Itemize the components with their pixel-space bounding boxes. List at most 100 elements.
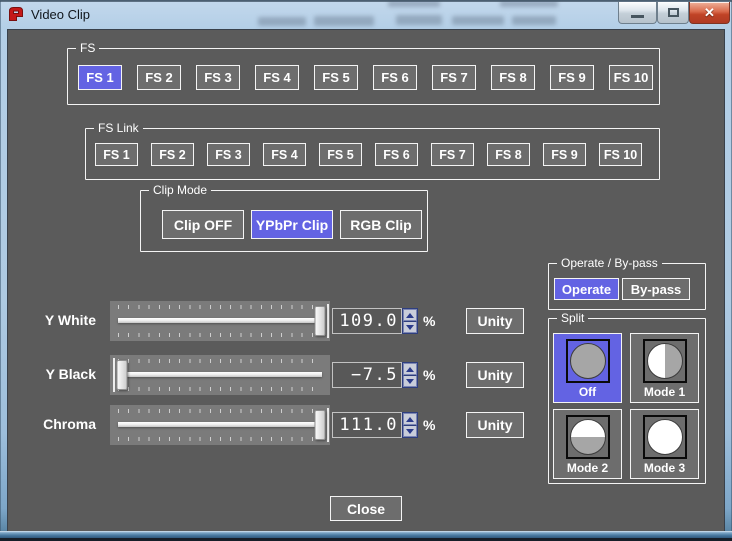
tick-marks xyxy=(118,333,322,337)
split-preview-frame xyxy=(566,415,610,459)
operate-bypass-button-row: Operate By-pass xyxy=(554,278,690,300)
arrow-down-icon xyxy=(406,429,414,434)
fs-button-10[interactable]: FS 10 xyxy=(609,65,653,90)
percent-label: % xyxy=(423,362,441,388)
chroma-unity-button[interactable]: Unity xyxy=(466,412,524,438)
percent-label: % xyxy=(423,308,441,334)
fs-button-9[interactable]: FS 9 xyxy=(550,65,594,90)
split-preview-frame xyxy=(643,415,687,459)
fs-link-button-9[interactable]: FS 9 xyxy=(543,143,586,166)
bypass-button[interactable]: By-pass xyxy=(622,278,690,300)
split-group-label: Split xyxy=(557,311,588,325)
split-off-button[interactable]: Off xyxy=(553,333,622,403)
split-mode1-button[interactable]: Mode 1 xyxy=(630,333,699,403)
operate-bypass-group: Operate / By-pass Operate By-pass xyxy=(548,263,706,310)
chroma-slider-thumb[interactable] xyxy=(315,410,326,440)
y-black-unity-button[interactable]: Unity xyxy=(466,362,524,388)
scale-end-marker xyxy=(327,408,329,442)
split-group: Split Off Mode 1 xyxy=(548,318,706,484)
tick-marks xyxy=(118,387,322,391)
y-black-slider[interactable] xyxy=(110,355,330,395)
spin-down-button[interactable] xyxy=(403,375,417,387)
y-black-slider-thumb[interactable] xyxy=(117,360,128,390)
chroma-slider[interactable] xyxy=(110,405,330,445)
circle-solid-gray-icon xyxy=(570,343,606,379)
fs-link-button-1[interactable]: FS 1 xyxy=(95,143,138,166)
fs-button-4[interactable]: FS 4 xyxy=(255,65,299,90)
spin-up-button[interactable] xyxy=(403,309,417,321)
operate-bypass-group-label: Operate / By-pass xyxy=(557,256,662,270)
fs-link-button-7[interactable]: FS 7 xyxy=(431,143,474,166)
percent-label: % xyxy=(423,412,441,438)
fs-button-3[interactable]: FS 3 xyxy=(196,65,240,90)
window-titlebar[interactable]: Video Clip ✕ xyxy=(0,0,732,30)
y-black-value-field[interactable]: −7.5 xyxy=(332,362,402,388)
spin-down-button[interactable] xyxy=(403,425,417,437)
split-button-grid: Off Mode 1 Mode 2 xyxy=(553,333,699,479)
spin-up-button[interactable] xyxy=(403,363,417,375)
arrow-down-icon xyxy=(406,379,414,384)
fs-button-5[interactable]: FS 5 xyxy=(314,65,358,90)
split-preview-frame xyxy=(643,339,687,383)
split-mode2-button[interactable]: Mode 2 xyxy=(553,409,622,479)
fs-button-7[interactable]: FS 7 xyxy=(432,65,476,90)
arrow-up-icon xyxy=(406,417,414,422)
circle-top-half-white-icon xyxy=(570,419,606,455)
split-mode1-label: Mode 1 xyxy=(631,385,698,399)
operate-button[interactable]: Operate xyxy=(554,278,619,300)
maximize-icon xyxy=(668,8,679,17)
clip-off-button[interactable]: Clip OFF xyxy=(162,210,244,239)
tick-marks xyxy=(118,305,322,309)
split-preview-frame xyxy=(566,339,610,383)
fs-button-6[interactable]: FS 6 xyxy=(373,65,417,90)
window-frame-bottom xyxy=(0,531,732,538)
chroma-spinner xyxy=(402,412,418,438)
minimize-button[interactable] xyxy=(618,2,657,24)
spin-down-button[interactable] xyxy=(403,321,417,333)
close-icon: ✕ xyxy=(704,6,715,19)
tick-marks xyxy=(118,359,322,363)
maximize-button[interactable] xyxy=(657,2,689,24)
slider-track[interactable] xyxy=(118,318,322,323)
fs-link-button-8[interactable]: FS 8 xyxy=(487,143,530,166)
fs-group-label: FS xyxy=(76,41,99,55)
tick-marks xyxy=(118,437,322,441)
chroma-label: Chroma xyxy=(8,416,96,432)
close-dialog-button[interactable]: Close xyxy=(330,496,402,521)
fs-button-row: FS 1 FS 2 FS 3 FS 4 FS 5 FS 6 FS 7 FS 8 … xyxy=(78,65,653,90)
clip-mode-button-row: Clip OFF YPbPr Clip RGB Clip xyxy=(162,210,422,239)
arrow-up-icon xyxy=(406,313,414,318)
split-mode3-label: Mode 3 xyxy=(631,461,698,475)
fs-link-button-5[interactable]: FS 5 xyxy=(319,143,362,166)
y-black-label: Y Black xyxy=(8,366,96,382)
y-white-value-field[interactable]: 109.0 xyxy=(332,308,402,334)
window-title: Video Clip xyxy=(31,7,90,22)
fs-button-2[interactable]: FS 2 xyxy=(137,65,181,90)
fs-button-8[interactable]: FS 8 xyxy=(491,65,535,90)
fs-link-button-10[interactable]: FS 10 xyxy=(599,143,642,166)
split-off-label: Off xyxy=(554,385,621,399)
fs-link-button-2[interactable]: FS 2 xyxy=(151,143,194,166)
app-logo-icon xyxy=(6,4,26,24)
chroma-value-field[interactable]: 111.0 xyxy=(332,412,402,438)
circle-solid-white-icon xyxy=(647,419,683,455)
rgb-clip-button[interactable]: RGB Clip xyxy=(340,210,422,239)
slider-track[interactable] xyxy=(118,372,322,377)
split-mode3-button[interactable]: Mode 3 xyxy=(630,409,699,479)
split-mode2-label: Mode 2 xyxy=(554,461,621,475)
ypbpr-clip-button[interactable]: YPbPr Clip xyxy=(251,210,333,239)
fs-button-1[interactable]: FS 1 xyxy=(78,65,122,90)
scale-end-marker xyxy=(327,304,329,338)
y-white-unity-button[interactable]: Unity xyxy=(466,308,524,334)
scale-end-marker xyxy=(113,358,115,392)
spin-up-button[interactable] xyxy=(403,413,417,425)
slider-track[interactable] xyxy=(118,422,322,427)
y-white-slider-thumb[interactable] xyxy=(315,306,326,336)
arrow-up-icon xyxy=(406,367,414,372)
fs-link-button-4[interactable]: FS 4 xyxy=(263,143,306,166)
fs-link-button-3[interactable]: FS 3 xyxy=(207,143,250,166)
arrow-down-icon xyxy=(406,325,414,330)
y-white-slider[interactable] xyxy=(110,301,330,341)
close-window-button[interactable]: ✕ xyxy=(689,2,730,24)
fs-link-button-6[interactable]: FS 6 xyxy=(375,143,418,166)
